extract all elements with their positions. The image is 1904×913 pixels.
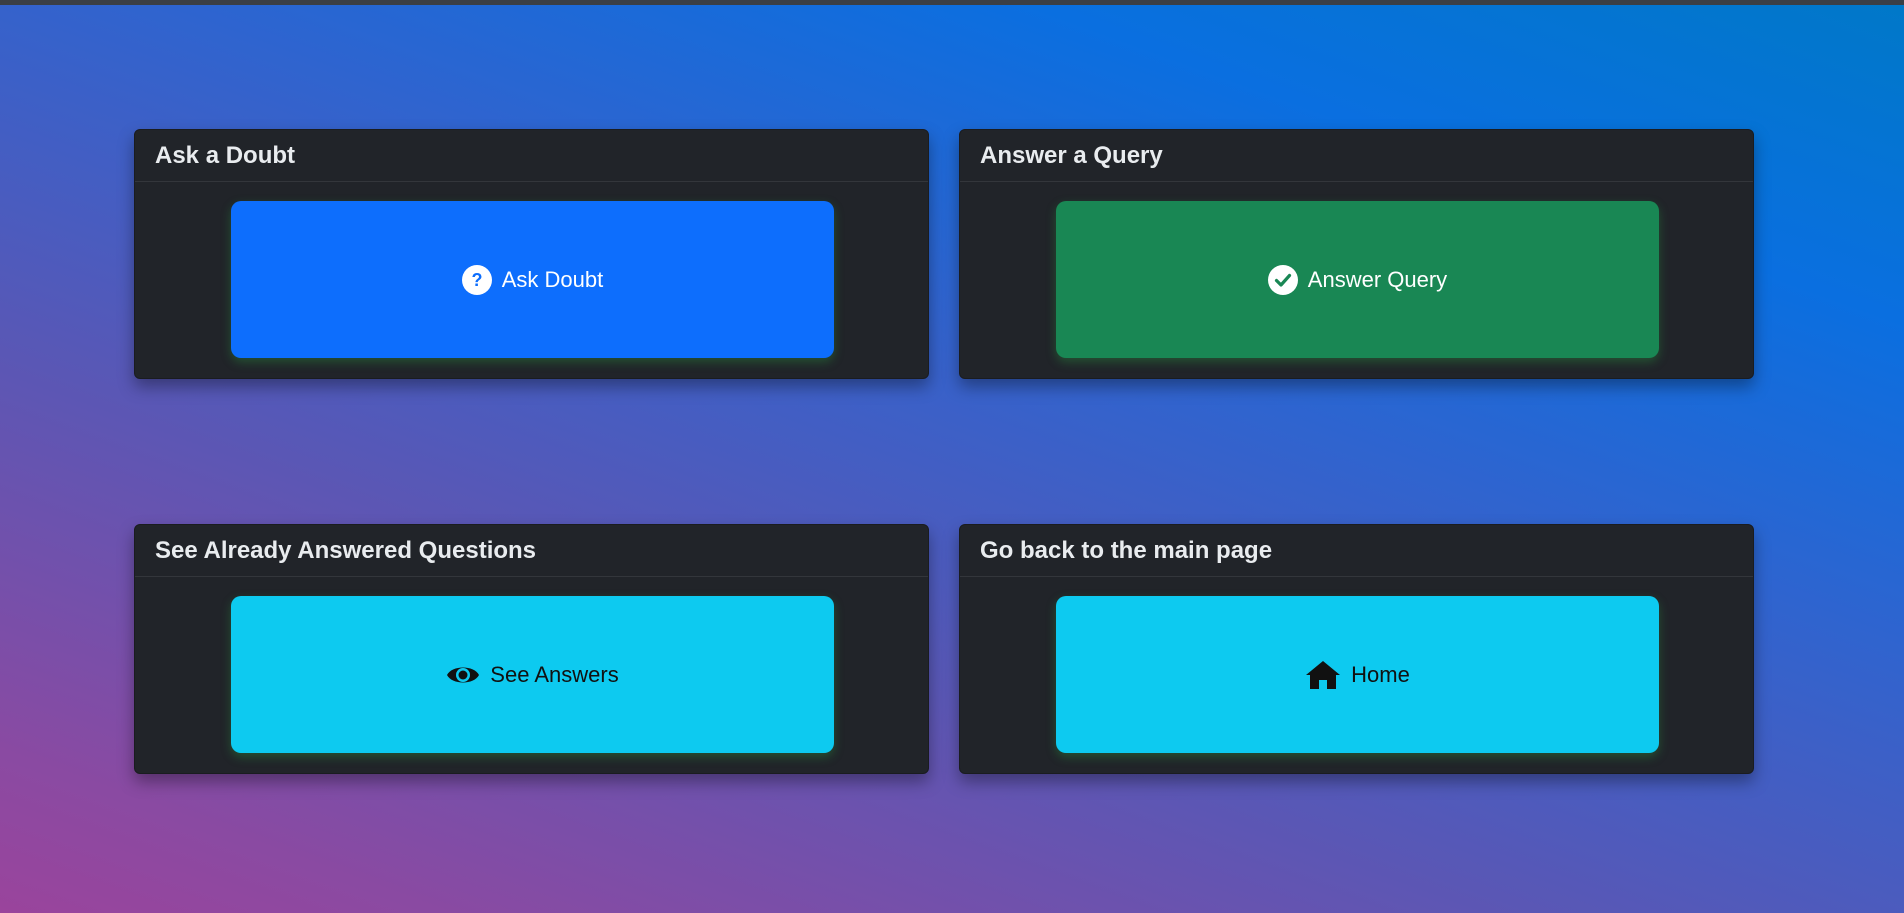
card-title: Answer a Query [960, 130, 1753, 182]
card-body: See Answers [135, 577, 928, 773]
home-icon [1305, 660, 1341, 690]
browser-top-strip [0, 0, 1904, 5]
home-card: Go back to the main page Home [959, 524, 1754, 774]
ask-doubt-card: Ask a Doubt ? Ask Doubt [134, 129, 929, 379]
see-answers-card: See Already Answered Questions See Answe… [134, 524, 929, 774]
home-label: Home [1351, 661, 1410, 687]
eye-icon [446, 662, 480, 688]
card-body: Home [960, 577, 1753, 773]
see-answers-button[interactable]: See Answers [231, 596, 834, 753]
card-title: Go back to the main page [960, 525, 1753, 577]
card-title: Ask a Doubt [135, 130, 928, 182]
answer-query-button[interactable]: Answer Query [1056, 201, 1659, 358]
ask-doubt-button[interactable]: ? Ask Doubt [231, 201, 834, 358]
ask-doubt-label: Ask Doubt [501, 266, 604, 292]
answer-query-label: Answer Query [1307, 266, 1448, 292]
answer-query-card: Answer a Query Answer Query [959, 129, 1754, 379]
svg-text:?: ? [471, 270, 482, 290]
see-answers-label: See Answers [490, 661, 619, 687]
home-button[interactable]: Home [1056, 596, 1659, 753]
card-title: See Already Answered Questions [135, 525, 928, 577]
question-circle-icon: ? [461, 264, 492, 295]
card-body: ? Ask Doubt [135, 182, 928, 378]
check-circle-icon [1267, 264, 1298, 295]
card-body: Answer Query [960, 182, 1753, 378]
